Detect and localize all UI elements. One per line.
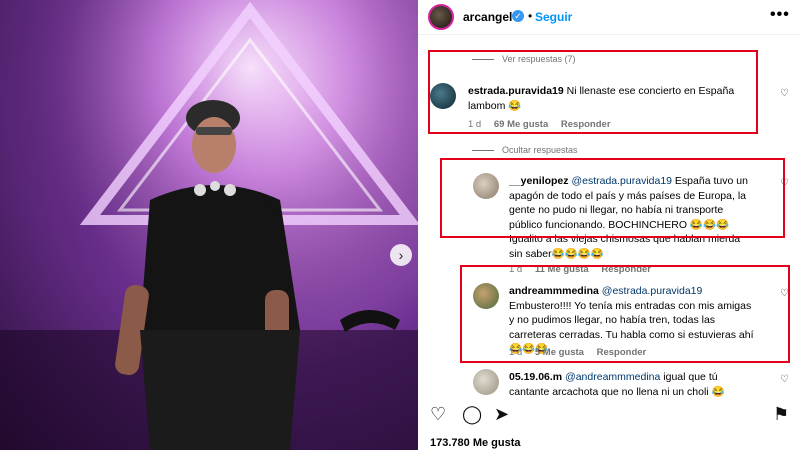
next-arrow-icon[interactable]: › [390, 244, 412, 266]
more-options-icon[interactable]: ••• [770, 6, 790, 24]
separator-dot: • [528, 9, 533, 23]
action-bar: ♡ ◯ ➤ ⚑ [418, 400, 800, 430]
hide-replies-toggle[interactable]: Ocultar respuestas [472, 145, 578, 155]
post-photo: › [0, 0, 418, 450]
comment-username[interactable]: 05.19.06.m [509, 371, 562, 383]
mention-link[interactable]: @andreammmedina [565, 371, 660, 383]
heart-icon[interactable]: ♡ [780, 88, 789, 99]
post-likes-count[interactable]: 173.780 Me gusta [430, 437, 521, 449]
avatar[interactable] [473, 369, 499, 395]
highlight-box [440, 158, 785, 238]
hide-replies-label: Ocultar respuestas [502, 145, 578, 155]
post-username[interactable]: arcangel [463, 10, 512, 24]
comment-text: 05.19.06.m @andreammmedina igual que tú … [509, 370, 755, 399]
heart-icon[interactable]: ♡ [780, 374, 789, 385]
highlight-box [428, 50, 758, 134]
highlight-box [460, 265, 790, 363]
concert-photo-illustration [0, 0, 418, 450]
heart-icon[interactable]: ♡ [430, 404, 446, 425]
post-header: arcangel ✓ • Seguir ••• [418, 0, 800, 35]
avatar[interactable] [428, 4, 454, 30]
comment-icon[interactable]: ◯ [462, 404, 482, 425]
verified-badge-icon: ✓ [512, 10, 524, 22]
divider-line [472, 150, 494, 152]
follow-button[interactable]: Seguir [535, 10, 572, 24]
share-icon[interactable]: ➤ [494, 404, 509, 425]
bookmark-icon[interactable]: ⚑ [773, 404, 789, 425]
comments-panel: arcangel ✓ • Seguir ••• Ver respuestas (… [418, 0, 800, 450]
